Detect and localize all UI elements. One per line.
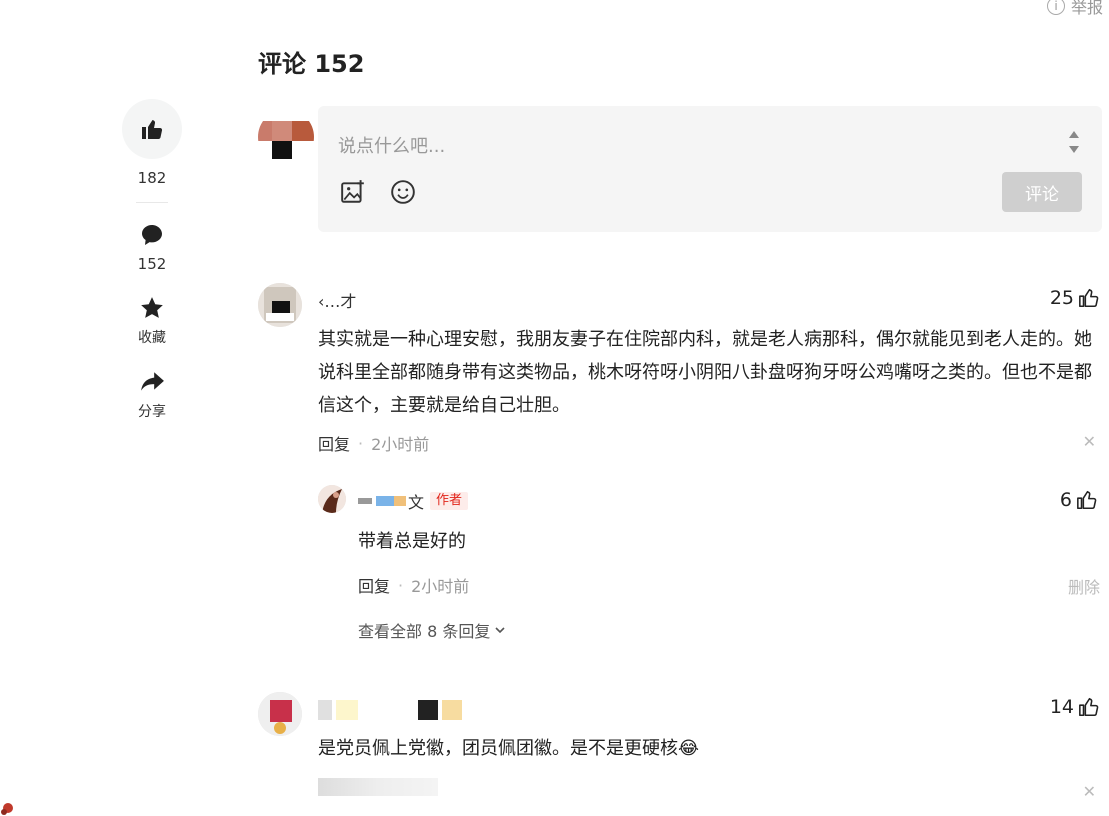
action-rail: 182 152 收藏 分享 [122,99,182,443]
like-button[interactable] [122,99,182,159]
comment-like-button[interactable]: 14 [1050,696,1100,718]
share-arrow-icon [141,372,164,391]
blurred-name-part [362,700,414,720]
thumbs-up-outline-icon [1079,697,1099,717]
comment-text: 其实就是一种心理安慰，我朋友妻子在住院部内科，就是老人病那科，偶尔就能见到老人走… [318,329,1092,416]
comment-action[interactable]: 152 [137,223,167,273]
view-all-replies-link[interactable]: 查看全部 8 条回复 [358,618,507,642]
reply-text: 带着总是好的 [358,531,466,552]
chevron-down-icon [495,627,505,634]
blurred-name-part [376,496,406,506]
report-link[interactable]: i 举报 [1046,0,1103,18]
resize-arrows-icon[interactable] [1068,128,1080,156]
submit-comment-button[interactable]: 评论 [1002,172,1082,212]
reply-like-button[interactable]: 6 [1060,489,1098,511]
rail-divider [136,202,168,203]
composer-tools [340,179,416,205]
thumbs-up-icon [142,120,163,139]
reply-avatar[interactable] [318,485,346,513]
comment-meta-blurred [318,778,438,796]
comment-count: 152 [137,255,167,273]
share-label: 分享 [138,404,166,420]
blurred-name-part [358,498,372,504]
thumbs-up-outline-icon [1077,490,1097,510]
star-icon [141,297,163,318]
author-badge: 作者 [430,492,469,510]
blurred-name-part [318,700,332,720]
favorite-action[interactable]: 收藏 [138,295,166,347]
comments-title: 评论 152 [258,50,365,78]
report-label: 举报 [1070,0,1103,17]
meta-dot: · [358,433,364,453]
blurred-meta [318,778,438,796]
commenter-name[interactable]: ‹…才 [318,288,356,312]
comment-input[interactable]: 说点什么吧... [338,132,445,158]
reply-meta: 回复 · 2小时前 [358,573,469,597]
reply-author-name: 文 [408,493,425,512]
current-user-avatar [258,109,314,165]
commenter-avatar[interactable] [258,283,302,327]
decorative-flower-icon [1,803,13,815]
reply-author[interactable]: 文 作者 [358,489,469,513]
commenter-name[interactable] [318,700,462,720]
delete-link[interactable]: 删除 [1068,574,1100,598]
comment-time: 2小时前 [371,435,430,454]
reply-time: 2小时前 [411,577,470,596]
favorite-label: 收藏 [138,330,166,346]
reply-link[interactable]: 回复 [318,431,350,455]
close-icon[interactable]: ✕ [1083,432,1096,451]
like-count: 182 [137,169,167,187]
comment-composer[interactable]: 说点什么吧... 评论 [318,106,1102,232]
emoji-icon[interactable] [390,179,416,205]
comment-item: 14 是党员佩上党徽，团员佩团徽。是不是更硬核😂 ✕ [258,692,1100,816]
comment-item: ‹…才 25 其实就是一种心理安慰，我朋友妻子在住院部内科，就是老人病那科，偶尔… [258,283,1100,463]
insert-image-icon[interactable] [340,179,366,205]
comment-like-button[interactable]: 25 [1050,287,1100,309]
close-icon[interactable]: ✕ [1083,782,1096,801]
comment-bubble-icon [141,225,162,245]
commenter-avatar[interactable] [258,692,302,736]
comment-like-count: 14 [1049,696,1074,718]
blurred-name-part [442,700,462,720]
blurred-name-part [336,700,358,720]
share-action[interactable]: 分享 [138,369,166,421]
reply-item: 文 作者 6 带着总是好的 回复 · 2小时前 删除 [318,485,1100,605]
comment-text: 是党员佩上党徽，团员佩团徽。是不是更硬核😂 [318,738,700,759]
meta-dot: · [398,575,404,595]
reply-like-count: 6 [1059,489,1072,511]
view-all-label: 查看全部 8 条回复 [358,622,491,641]
reply-link[interactable]: 回复 [358,573,390,597]
comment-like-count: 25 [1049,287,1074,309]
thumbs-up-outline-icon [1079,288,1099,308]
comment-meta: 回复 · 2小时前 [318,431,429,455]
info-icon: i [1046,0,1065,15]
blurred-name-part [418,700,438,720]
